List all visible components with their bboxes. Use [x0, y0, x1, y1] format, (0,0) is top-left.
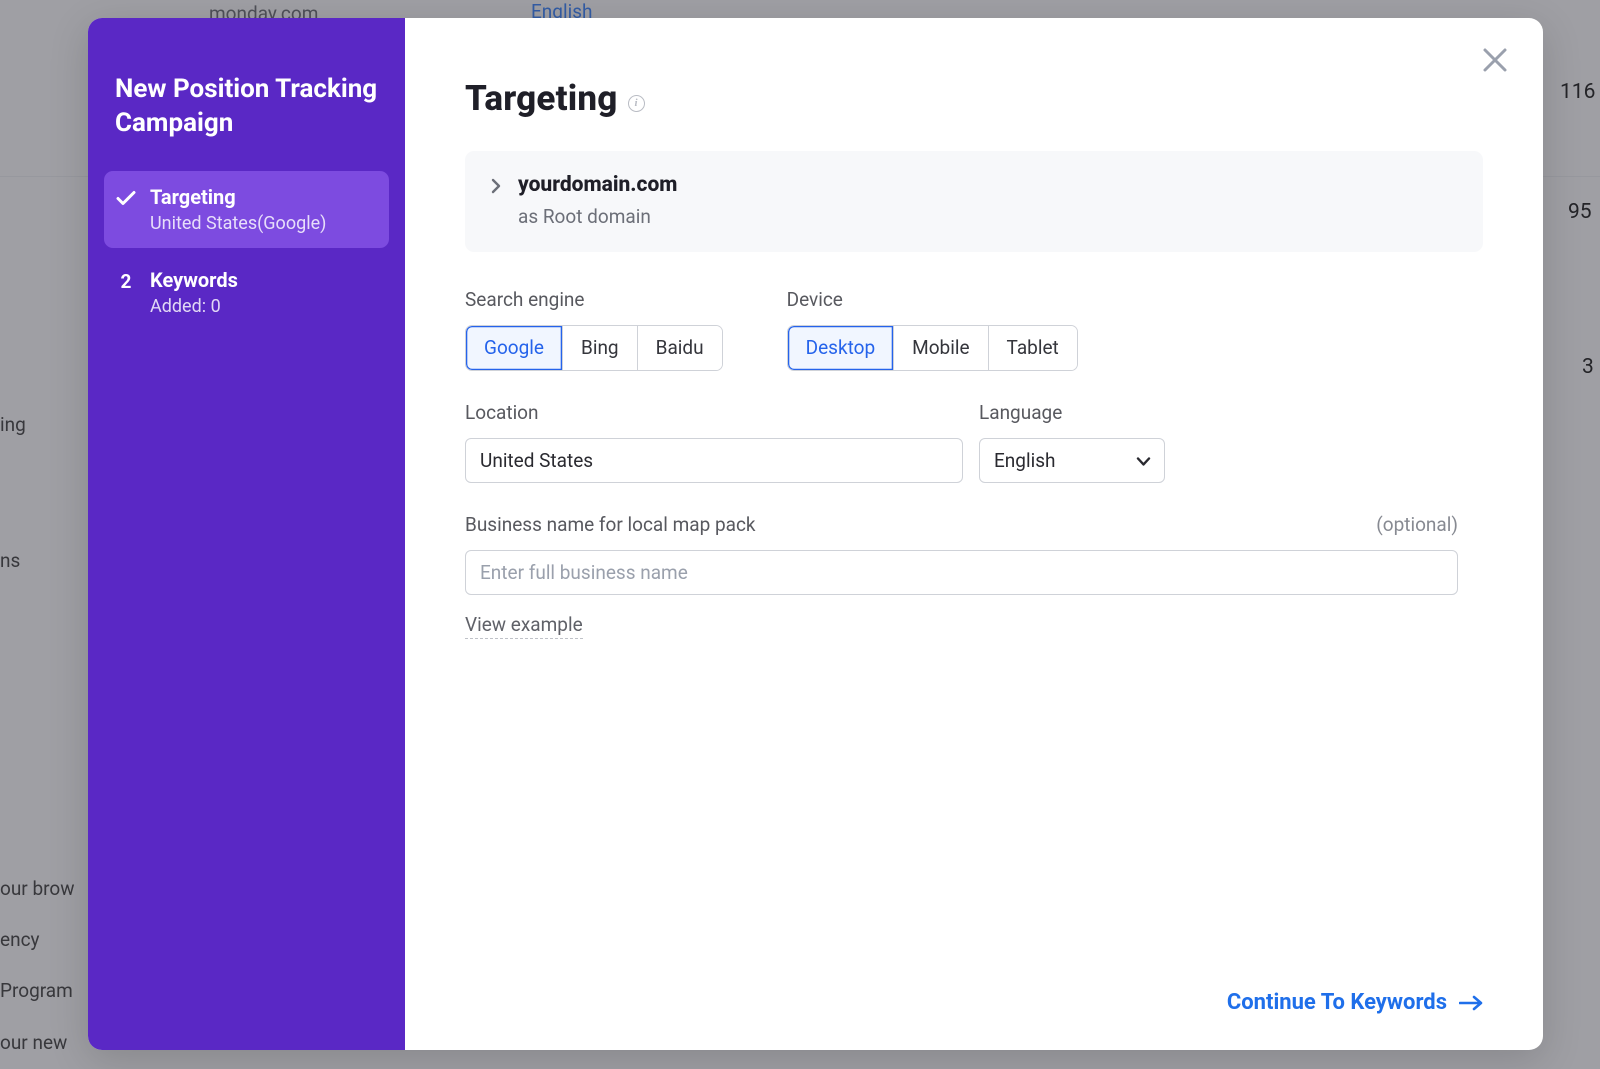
- page-title: Targeting: [465, 78, 618, 119]
- step-sublabel: United States(Google): [150, 213, 375, 234]
- sidebar-title: New Position Tracking Campaign: [115, 73, 389, 141]
- search-engine-option-bing[interactable]: Bing: [563, 326, 638, 370]
- field-search-engine: Search engine Google Bing Baidu: [465, 288, 723, 371]
- search-engine-option-google[interactable]: Google: [466, 326, 563, 370]
- domain-name: yourdomain.com: [518, 173, 677, 197]
- field-location: Location: [465, 401, 963, 483]
- field-language: Language: [979, 401, 1165, 483]
- device-option-tablet[interactable]: Tablet: [989, 326, 1077, 370]
- device-segmented: Desktop Mobile Tablet: [787, 325, 1078, 371]
- search-engine-segmented: Google Bing Baidu: [465, 325, 723, 371]
- field-device: Device Desktop Mobile Tablet: [787, 288, 1078, 371]
- field-label: Business name for local map pack: [465, 513, 756, 536]
- business-name-input[interactable]: [465, 550, 1458, 595]
- device-option-desktop[interactable]: Desktop: [788, 326, 895, 370]
- domain-as: as Root domain: [518, 205, 677, 228]
- info-icon[interactable]: i: [628, 95, 645, 112]
- step-number: 2: [116, 270, 136, 293]
- continue-label: Continue To Keywords: [1227, 990, 1447, 1015]
- location-input[interactable]: [465, 438, 963, 483]
- step-label: Keywords: [150, 268, 375, 292]
- search-engine-option-baidu[interactable]: Baidu: [638, 326, 722, 370]
- check-icon: [116, 187, 136, 206]
- step-targeting[interactable]: Targeting United States(Google): [104, 171, 389, 248]
- language-select[interactable]: [979, 438, 1165, 483]
- modal-content: Targeting i yourdomain.com as Root domai…: [405, 18, 1543, 1050]
- close-button[interactable]: [1481, 46, 1513, 78]
- device-option-mobile[interactable]: Mobile: [894, 326, 988, 370]
- step-keywords[interactable]: 2 Keywords Added: 0: [104, 254, 389, 331]
- field-label: Language: [979, 401, 1165, 424]
- continue-to-keywords-button[interactable]: Continue To Keywords: [1227, 990, 1483, 1015]
- field-business-name: Business name for local map pack (option…: [465, 513, 1458, 639]
- field-label: Search engine: [465, 288, 723, 311]
- new-position-tracking-modal: New Position Tracking Campaign Targeting…: [88, 18, 1543, 1050]
- arrow-right-icon: [1459, 995, 1483, 1011]
- domain-summary[interactable]: yourdomain.com as Root domain: [465, 151, 1483, 252]
- view-example-link[interactable]: View example: [465, 613, 583, 639]
- field-label: Device: [787, 288, 1078, 311]
- step-label: Targeting: [150, 185, 375, 209]
- modal-overlay: New Position Tracking Campaign Targeting…: [0, 0, 1600, 1069]
- optional-text: (optional): [1376, 513, 1458, 536]
- modal-sidebar: New Position Tracking Campaign Targeting…: [88, 18, 405, 1050]
- step-sublabel: Added: 0: [150, 296, 375, 317]
- chevron-right-icon: [491, 176, 501, 199]
- field-label: Location: [465, 401, 963, 424]
